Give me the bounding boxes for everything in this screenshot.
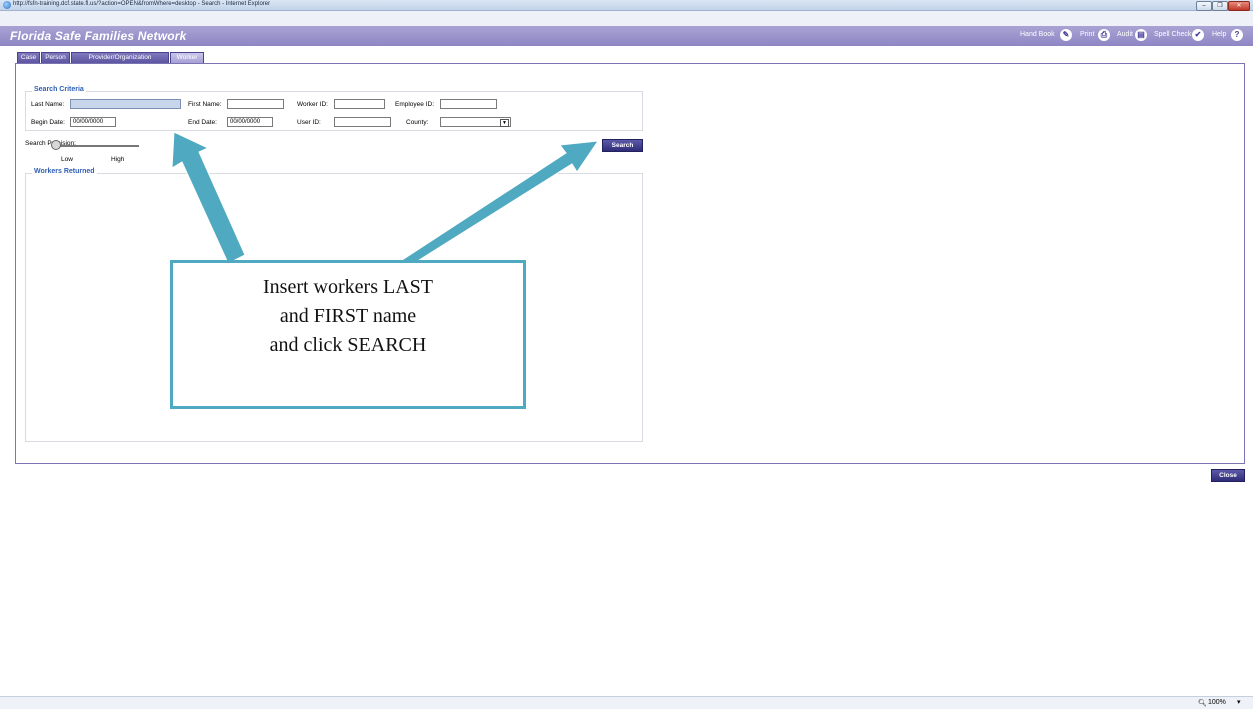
zoom-icon[interactable]: 🔍︎ [1198, 699, 1207, 707]
close-button[interactable]: Close [1211, 469, 1245, 482]
arrow-to-name-fields [171, 131, 246, 264]
zoom-level[interactable]: 100% [1208, 699, 1226, 706]
callout-line-1: Insert workers LAST [263, 276, 433, 298]
callout-text: Insert workers LAST and FIRST name and c… [173, 273, 523, 360]
arrow-to-search-button [397, 140, 600, 263]
callout-line-3: and click SEARCH [269, 334, 427, 356]
ie-status-bar: 🔍︎ 100% ▾ [0, 696, 1253, 709]
zoom-chevron-down-icon[interactable]: ▾ [1237, 698, 1241, 706]
instruction-callout: Insert workers LAST and FIRST name and c… [170, 260, 526, 409]
callout-line-2: and FIRST name [279, 305, 417, 327]
